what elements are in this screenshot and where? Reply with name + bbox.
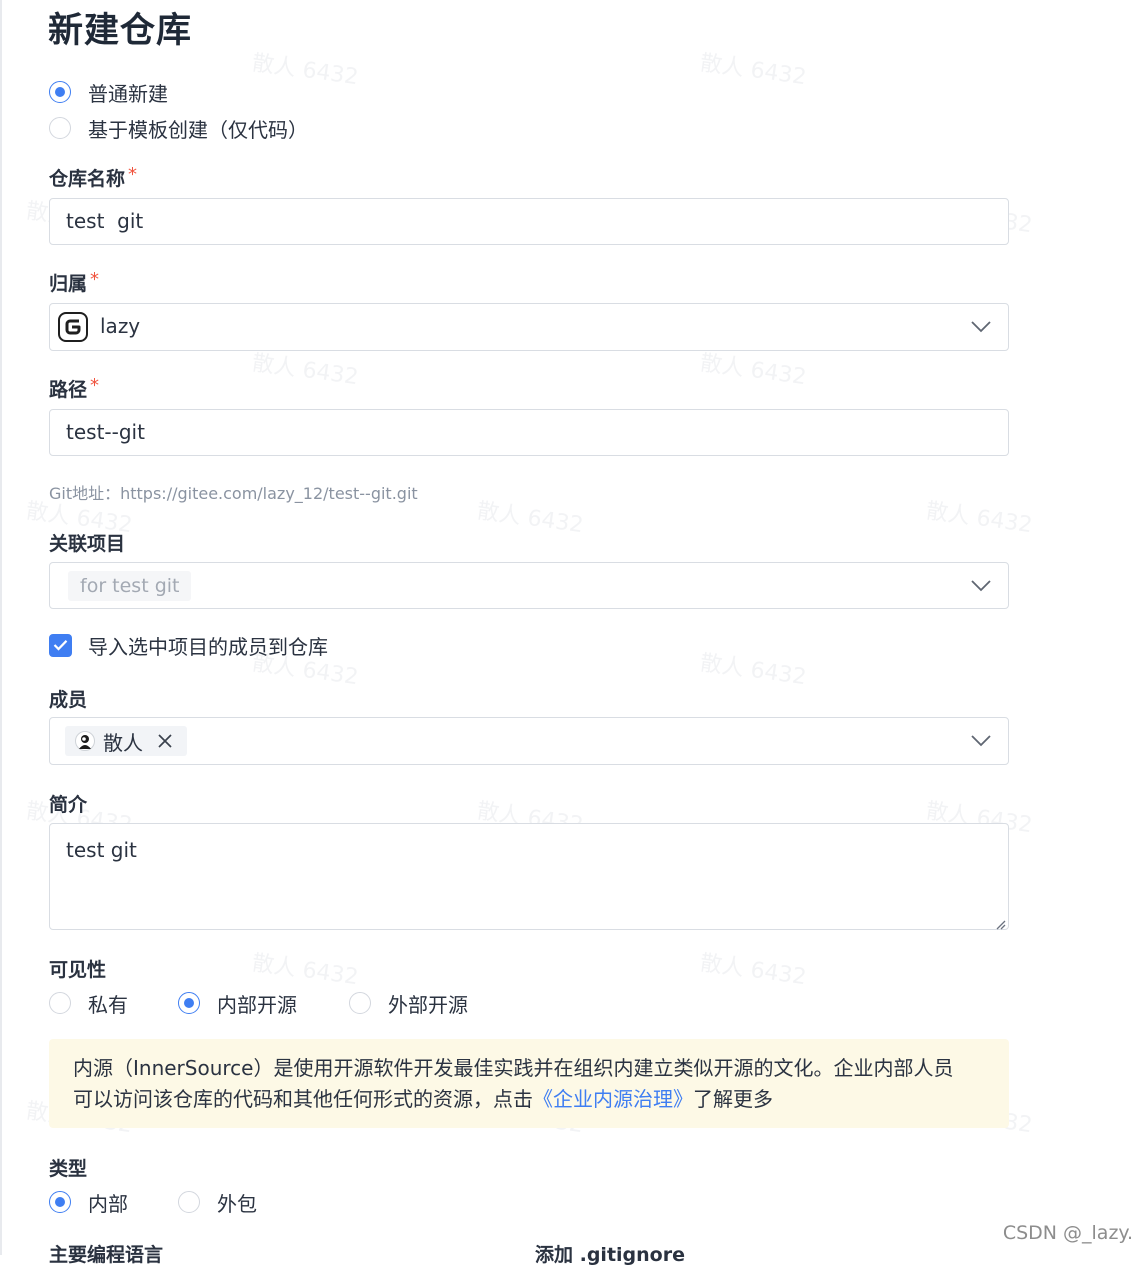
description-label: 简介	[49, 794, 88, 816]
git-url-hint: Git地址：https://gitee.com/lazy_12/test--gi…	[49, 484, 418, 503]
radio-unselected-icon	[49, 117, 71, 139]
csdn-watermark: CSDN @_lazy.	[1002, 1222, 1133, 1244]
required-mark: *	[90, 375, 100, 396]
project-label: 关联项目	[49, 533, 126, 555]
radio-internal-open[interactable]: 内部开源	[178, 989, 297, 1017]
members-label: 成员	[49, 689, 88, 711]
watermark: 散人 6432	[698, 650, 808, 691]
notice-text: 可以访问该仓库的代码和其他任何形式的资源，点击	[73, 1087, 533, 1111]
import-members-checkbox[interactable]: 导入选中项目的成员到仓库	[49, 631, 328, 659]
resize-handle-icon[interactable]	[994, 915, 1006, 930]
radio-private[interactable]: 私有	[49, 989, 128, 1017]
innersource-governance-link[interactable]: 《企业内源治理》	[533, 1087, 693, 1111]
radio-label: 私有	[88, 992, 128, 1017]
innersource-notice: 内源（InnerSource）是使用开源软件开发最佳实践并在组织内建立类似开源的…	[49, 1039, 1009, 1128]
project-tag: for test git	[68, 571, 192, 601]
path-value: test--git	[66, 420, 145, 444]
chevron-down-icon	[970, 320, 992, 334]
radio-unselected-icon	[349, 992, 371, 1014]
avatar	[75, 731, 95, 751]
radio-external-open[interactable]: 外部开源	[349, 989, 468, 1017]
radio-outsource[interactable]: 外包	[178, 1188, 257, 1216]
notice-line-1: 内源（InnerSource）是使用开源软件开发最佳实践并在组织内建立类似开源的…	[73, 1056, 954, 1080]
owner-label: 归属 *	[49, 269, 99, 296]
visibility-label: 可见性	[49, 959, 107, 981]
checkbox-label: 导入选中项目的成员到仓库	[88, 634, 328, 659]
notice-line-2: 可以访问该仓库的代码和其他任何形式的资源，点击《企业内源治理》了解更多	[73, 1084, 985, 1115]
label-text: 归属	[49, 273, 88, 295]
left-border	[0, 0, 2, 1255]
owner-value: lazy	[100, 314, 141, 338]
radio-label: 外部开源	[388, 992, 468, 1017]
path-input[interactable]: test--git	[49, 409, 1009, 456]
radio-selected-icon	[49, 81, 71, 103]
watermark: 散人 6432	[924, 498, 1034, 539]
project-tag-label: for test git	[80, 575, 180, 597]
page-title: 新建仓库	[48, 11, 193, 51]
watermark: 散人 6432	[250, 950, 360, 991]
radio-internal[interactable]: 内部	[49, 1188, 128, 1216]
close-icon[interactable]	[157, 733, 173, 749]
radio-label: 基于模板创建（仅代码）	[88, 117, 308, 142]
chevron-down-icon	[970, 734, 992, 748]
description-value: test git	[66, 838, 137, 862]
label-text: 仓库名称	[49, 168, 126, 190]
radio-unselected-icon	[178, 1191, 200, 1213]
radio-normal-create[interactable]: 普通新建	[49, 78, 168, 106]
required-mark: *	[128, 164, 138, 185]
watermark: 散人 6432	[250, 350, 360, 391]
gitignore-label: 添加 .gitignore	[535, 1244, 685, 1266]
description-textarea[interactable]: test git	[49, 823, 1009, 930]
radio-selected-icon	[49, 1191, 71, 1213]
watermark: 散人 6432	[475, 498, 585, 539]
repo-name-label: 仓库名称 *	[49, 164, 137, 191]
watermark: 散人 6432	[698, 950, 808, 991]
watermark: 散人 6432	[698, 50, 808, 91]
members-select[interactable]: 散人	[49, 717, 1009, 765]
repo-name-value: test git	[66, 209, 144, 233]
language-label: 主要编程语言	[49, 1244, 164, 1266]
radio-label: 内部开源	[217, 992, 297, 1017]
repo-name-input[interactable]: test git	[49, 198, 1009, 245]
member-tag: 散人	[65, 726, 187, 756]
radio-unselected-icon	[49, 992, 71, 1014]
radio-template-create[interactable]: 基于模板创建（仅代码）	[49, 114, 308, 142]
required-mark: *	[90, 269, 100, 290]
member-tag-label: 散人	[103, 730, 143, 755]
radio-label: 外包	[217, 1191, 257, 1216]
project-select[interactable]: for test git	[49, 562, 1009, 609]
radio-selected-icon	[178, 992, 200, 1014]
notice-text: 了解更多	[693, 1087, 773, 1111]
path-label: 路径 *	[49, 375, 99, 402]
owner-select[interactable]: lazy	[49, 303, 1009, 351]
type-label: 类型	[49, 1158, 88, 1180]
watermark: 散人 6432	[250, 50, 360, 91]
gitee-logo-icon	[58, 312, 88, 342]
chevron-down-icon	[970, 579, 992, 593]
checkbox-checked-icon	[49, 633, 72, 657]
radio-label: 内部	[88, 1191, 128, 1216]
label-text: 路径	[49, 379, 88, 401]
radio-label: 普通新建	[88, 81, 168, 106]
watermark: 散人 6432	[698, 350, 808, 391]
